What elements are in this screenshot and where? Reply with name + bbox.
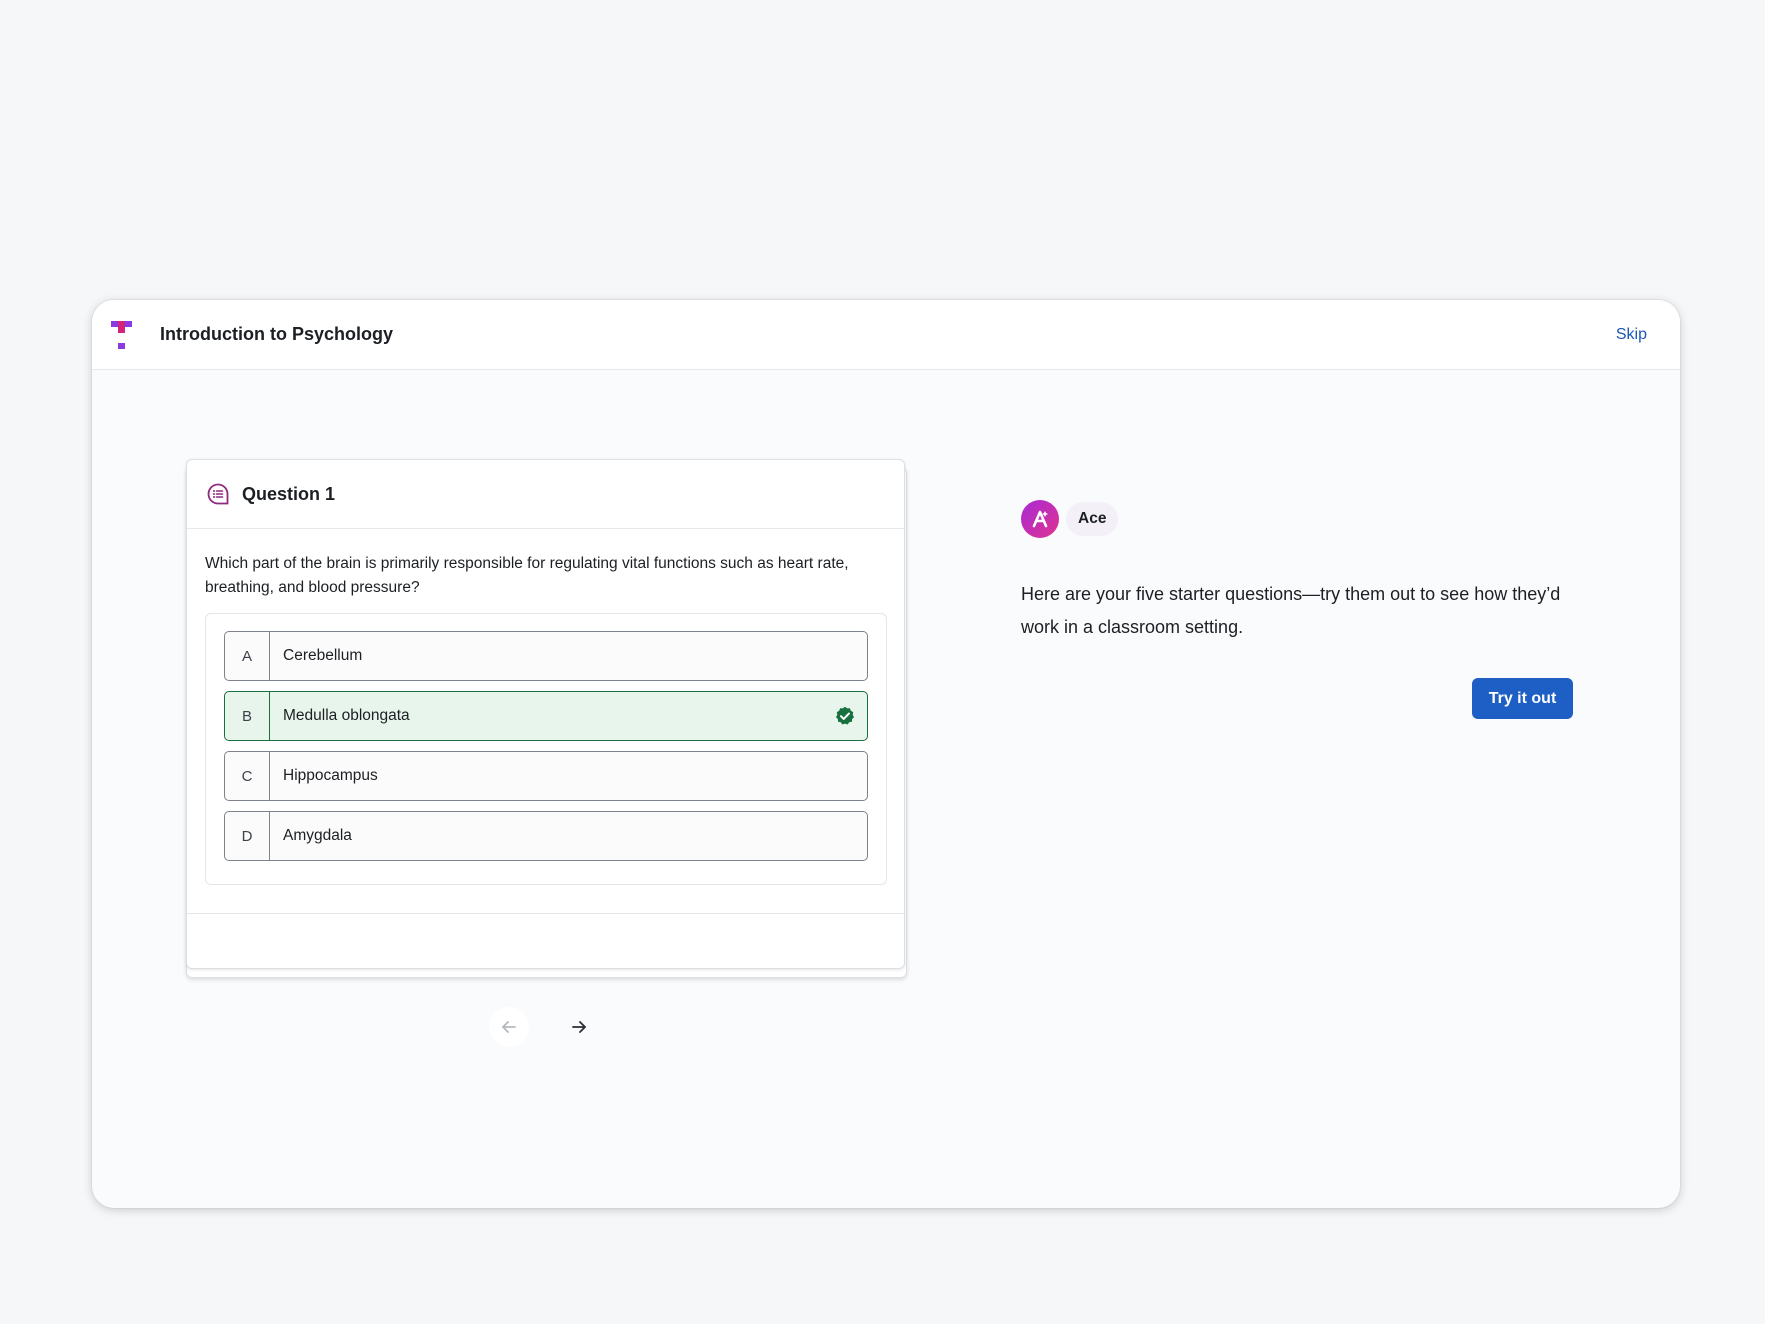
option-letter: C bbox=[225, 752, 270, 800]
option-letter: D bbox=[225, 812, 270, 860]
option-b[interactable]: B Medulla oblongata bbox=[224, 691, 868, 741]
page-title: Introduction to Psychology bbox=[160, 324, 393, 344]
verified-check-icon bbox=[836, 706, 854, 725]
app-window: Introduction to Psychology Skip Question… bbox=[92, 300, 1680, 1208]
option-a[interactable]: A Cerebellum bbox=[224, 631, 868, 681]
question-card-header: Question 1 bbox=[187, 460, 904, 529]
card-footer-divider bbox=[187, 913, 904, 914]
question-text: Which part of the brain is primarily res… bbox=[205, 555, 849, 596]
brand-logo-icon bbox=[111, 321, 132, 349]
ace-avatar-icon bbox=[1021, 500, 1059, 538]
option-label: Amygdala bbox=[283, 827, 352, 844]
option-label: Hippocampus bbox=[283, 767, 378, 784]
option-letter: A bbox=[225, 632, 270, 680]
option-c[interactable]: C Hippocampus bbox=[224, 751, 868, 801]
assistant-name: Ace bbox=[1066, 502, 1119, 536]
option-label: Medulla oblongata bbox=[283, 707, 410, 724]
question-card-stack: Question 1 Which part of the brain is pr… bbox=[186, 459, 907, 978]
arrow-left-icon bbox=[502, 1021, 516, 1033]
option-label: Cerebellum bbox=[283, 647, 363, 664]
app-header: Introduction to Psychology Skip bbox=[92, 300, 1680, 370]
question-card: Question 1 Which part of the brain is pr… bbox=[186, 459, 905, 969]
option-d[interactable]: D Amygdala bbox=[224, 811, 868, 861]
question-title: Question 1 bbox=[242, 484, 336, 504]
chat-list-icon bbox=[207, 483, 229, 505]
options-list: A Cerebellum B Medulla oblongata C Hippo… bbox=[205, 613, 887, 885]
arrow-right-icon bbox=[572, 1021, 586, 1033]
option-letter: B bbox=[225, 692, 270, 740]
assistant-message: Here are your five starter questions—try… bbox=[1021, 584, 1561, 637]
skip-link[interactable]: Skip bbox=[1616, 326, 1647, 344]
try-it-out-button[interactable]: Try it out bbox=[1472, 678, 1573, 719]
previous-question-button[interactable] bbox=[489, 1007, 529, 1047]
next-question-button[interactable] bbox=[559, 1007, 599, 1047]
